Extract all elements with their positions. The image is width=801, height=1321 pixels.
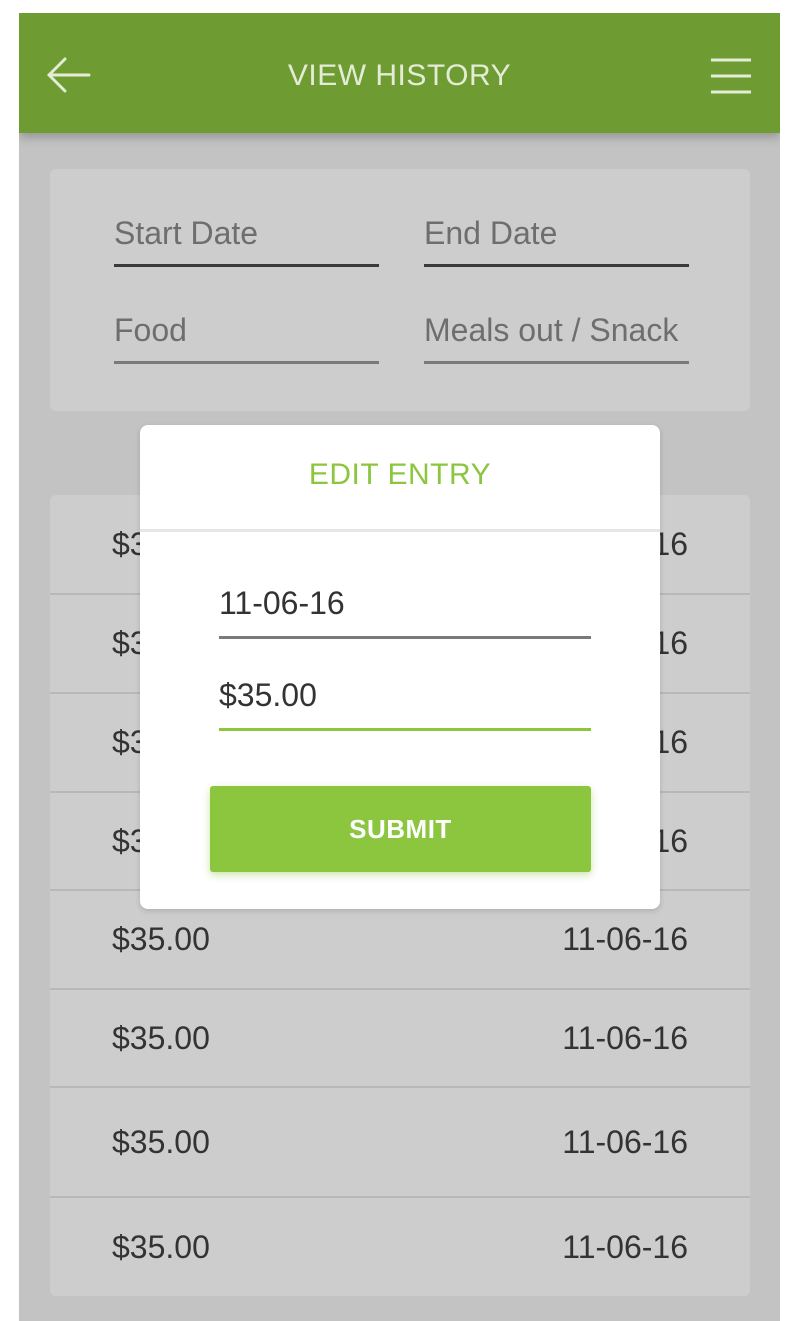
entry-date: 11-06-16: [562, 1123, 688, 1160]
meals-out-snack-input[interactable]: Meals out / Snack: [424, 304, 689, 364]
submit-button[interactable]: SUBMIT: [210, 786, 591, 872]
dialog-title: EDIT ENTRY: [308, 458, 492, 491]
start-date-input[interactable]: Start Date: [114, 207, 379, 267]
entry-date: 11-06-16: [562, 1228, 688, 1265]
entry-amount: $35.00: [112, 1019, 210, 1056]
page-title: VIEW HISTORY: [287, 59, 512, 92]
entry-amount: $35.00: [112, 1228, 210, 1265]
history-row[interactable]: $35.00 11-06-16: [50, 990, 750, 1088]
entry-date: 11-06-16: [562, 1019, 688, 1056]
entry-amount-input[interactable]: $35.00: [219, 669, 591, 731]
food-input[interactable]: Food: [114, 304, 379, 364]
app-bar: VIEW HISTORY: [19, 13, 780, 133]
screen: VIEW HISTORY Start Date End Date Food Me…: [19, 13, 780, 1321]
dialog-divider: [140, 529, 660, 532]
history-row[interactable]: $35.00 11-06-16: [50, 1088, 750, 1198]
hamburger-menu-icon[interactable]: [709, 57, 753, 95]
history-row[interactable]: $35.00 11-06-16: [50, 1198, 750, 1296]
end-date-input[interactable]: End Date: [424, 207, 689, 267]
filter-card: Start Date End Date Food Meals out / Sna…: [50, 169, 750, 411]
entry-date-input[interactable]: 11-06-16: [219, 577, 591, 639]
edit-entry-dialog: EDIT ENTRY 11-06-16 $35.00 SUBMIT: [140, 425, 660, 909]
entry-amount: $35.00: [112, 1123, 210, 1160]
